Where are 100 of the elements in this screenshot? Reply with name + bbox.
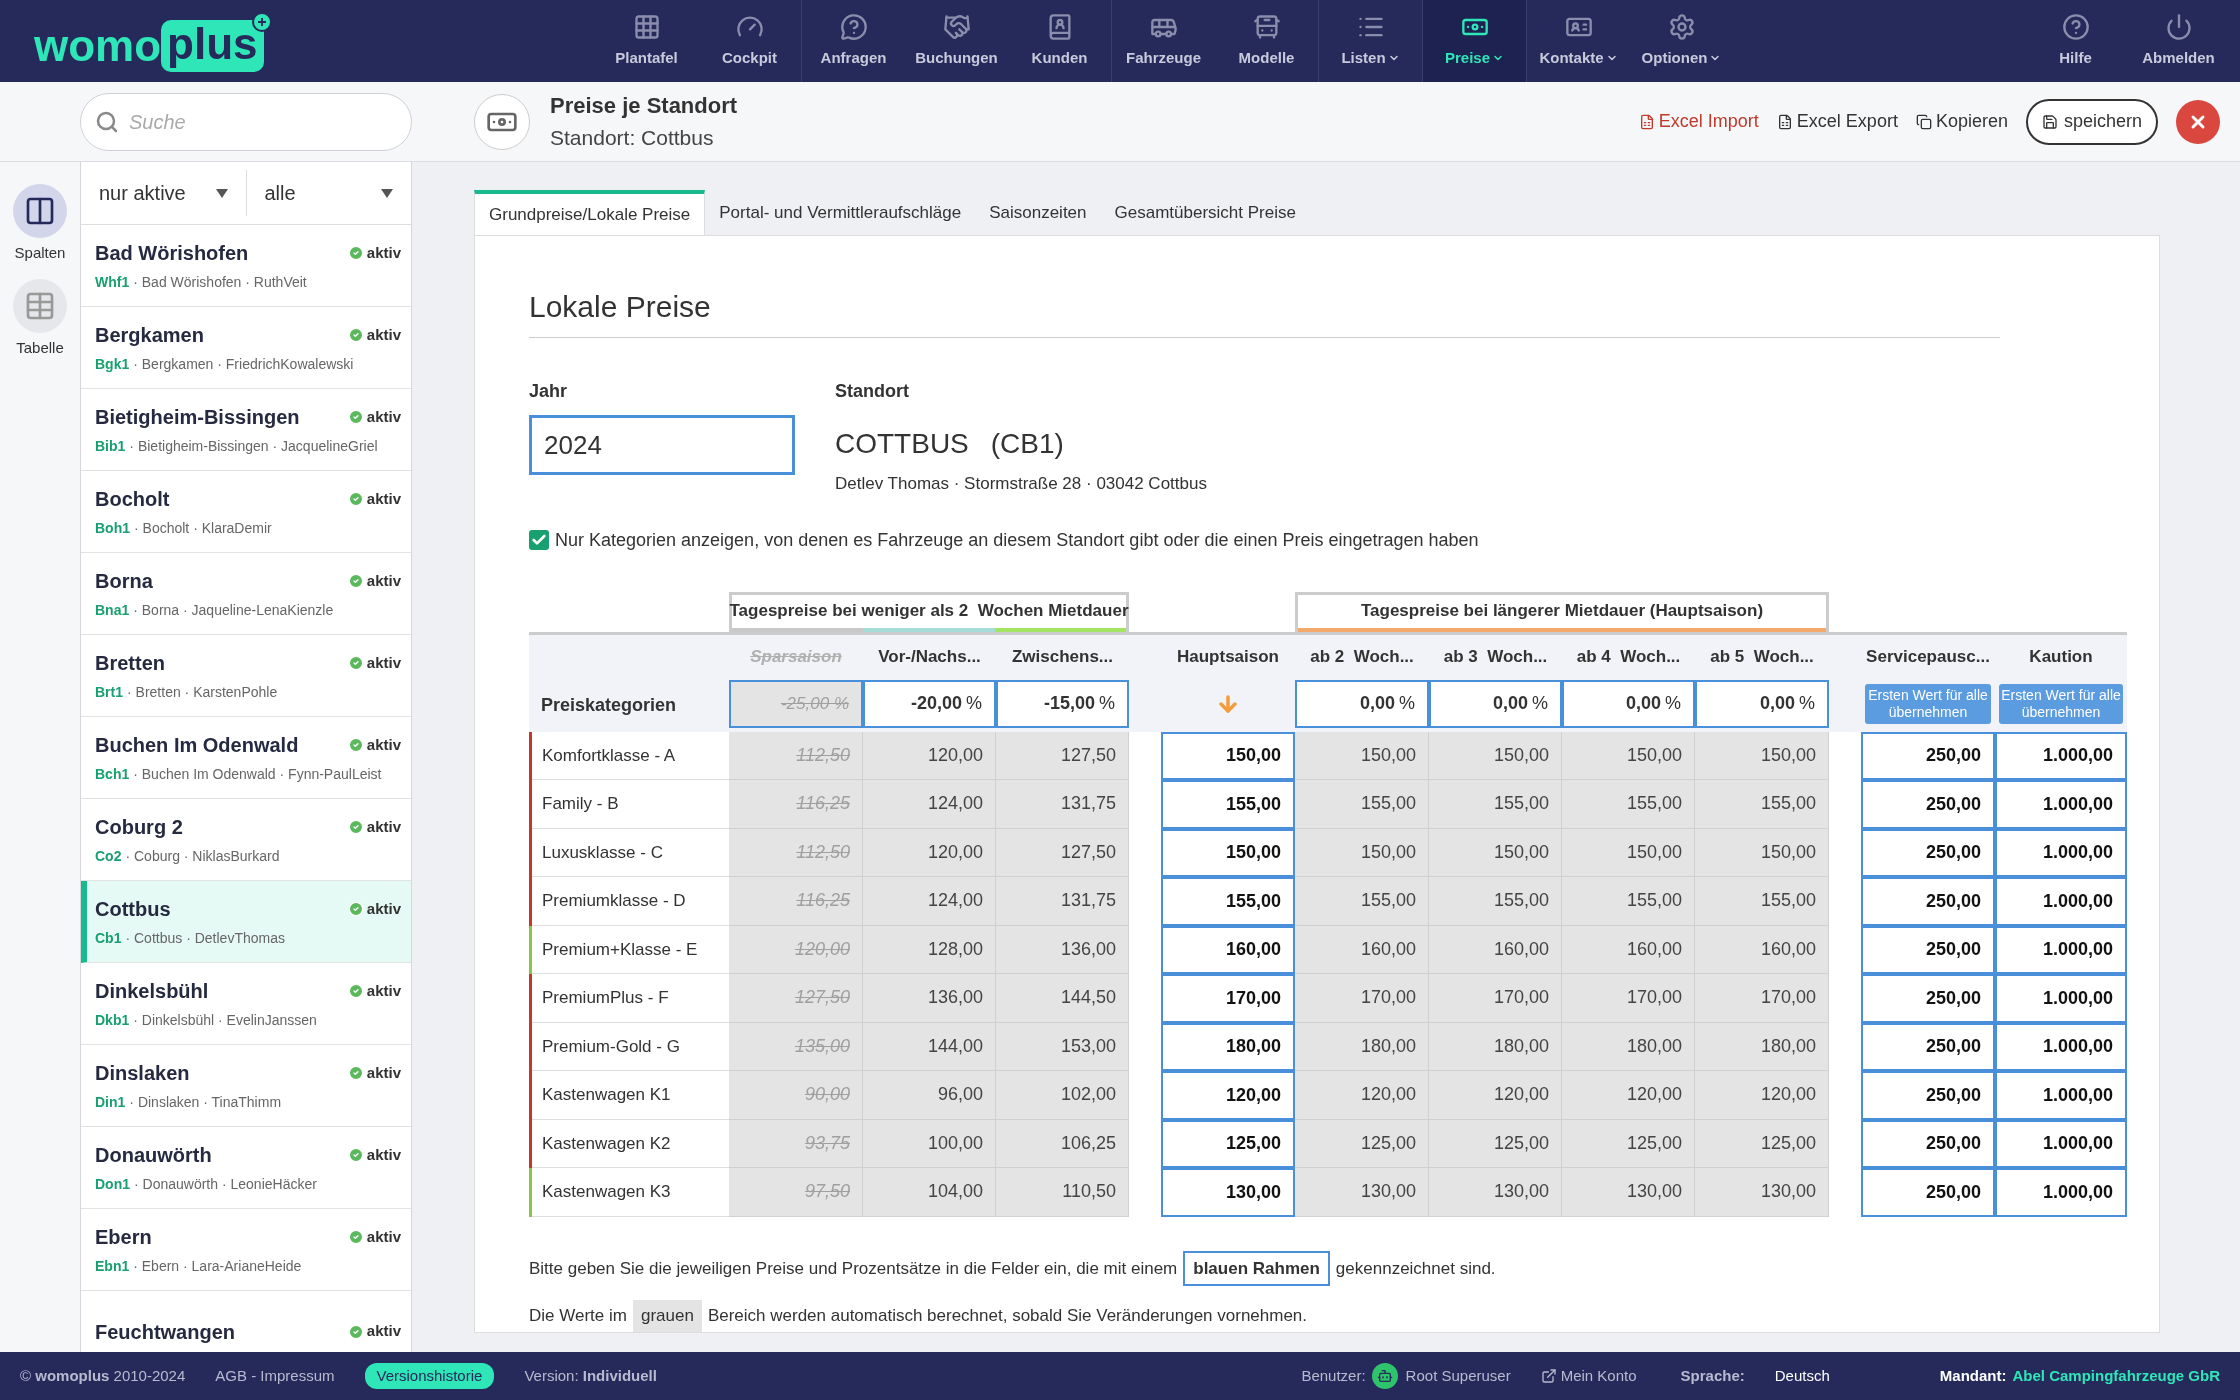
search-field[interactable]: Suche — [129, 106, 397, 137]
price-field[interactable]: 250,00 — [1861, 780, 1995, 829]
price-field[interactable]: 1.000,00 — [1995, 1071, 2127, 1120]
status-badge: aktiv — [347, 733, 401, 757]
price-field[interactable]: 125,00 — [1161, 1119, 1295, 1168]
nav-item[interactable]: Listen — [1319, 0, 1422, 82]
location-list-item[interactable]: Donauwörth aktiv Don1 · Donauwörth · LeonieHäcker — [81, 1127, 411, 1209]
nav-item[interactable]: Modelle — [1215, 0, 1318, 82]
status-badge: aktiv — [347, 405, 401, 429]
price-cell: 112,50 — [729, 731, 863, 780]
toolbar-link[interactable]: Excel Export — [1776, 108, 1898, 135]
price-field[interactable]: 1.000,00 — [1995, 974, 2127, 1023]
price-field[interactable]: 150,00 — [1161, 731, 1295, 780]
location-list-item[interactable]: Bad Wörishofen aktiv Whf1 · Bad Wörishofen · RuthVeit — [81, 225, 411, 307]
percent-field[interactable]: -20,00 % — [863, 679, 996, 728]
price-field[interactable]: 120,00 — [1161, 1071, 1295, 1120]
status-badge: aktiv — [347, 897, 401, 921]
price-cell: 125,00 — [1695, 1119, 1829, 1168]
price-field[interactable]: 250,00 — [1861, 828, 1995, 877]
price-field[interactable]: 160,00 — [1161, 925, 1295, 974]
toolbar-link[interactable]: Excel Import — [1638, 108, 1759, 135]
nav-item[interactable]: Anfragen — [802, 0, 905, 82]
price-field[interactable]: 250,00 — [1861, 731, 1995, 780]
logout-button[interactable]: Abmelden — [2127, 0, 2230, 82]
location-list-item[interactable]: Borna aktiv Bna1 · Borna · Jaqueline-LenaKienzle — [81, 553, 411, 635]
legend-chip: grauen — [632, 1300, 702, 1332]
location-list-item[interactable]: Bocholt aktiv Boh1 · Bocholt · KlaraDemir — [81, 471, 411, 553]
price-field[interactable]: 1.000,00 — [1995, 731, 2127, 780]
location-list-item[interactable]: Dinslaken aktiv Din1 · Dinslaken · TinaThimm — [81, 1045, 411, 1127]
percent-field[interactable]: 0,00 % — [1429, 679, 1562, 728]
client-name: Abel Campingfahrzeuge GbR — [2012, 1365, 2220, 1386]
price-cell: 180,00 — [1429, 1022, 1562, 1071]
nav-item[interactable]: Fahrzeuge — [1112, 0, 1215, 82]
nav-item[interactable]: Preise — [1423, 0, 1526, 82]
version-history-badge[interactable]: Versionshistorie — [364, 1362, 495, 1390]
percent-field[interactable]: 0,00 % — [1295, 679, 1429, 728]
checkbox[interactable] — [529, 530, 549, 550]
account-link[interactable]: Mein Konto — [1540, 1364, 1637, 1388]
tab[interactable]: Grundpreise/Lokale Preise — [474, 190, 706, 235]
nav-item[interactable]: Plantafel — [595, 0, 698, 82]
percent-field[interactable]: -15,00 % — [996, 679, 1129, 728]
nav-item[interactable]: Kontakte — [1527, 0, 1630, 82]
price-field[interactable]: 130,00 — [1161, 1168, 1295, 1217]
tab[interactable]: Saisonzeiten — [975, 190, 1101, 235]
location-list-item[interactable]: Cottbus aktiv Cb1 · Cottbus · DetlevThomas — [81, 881, 411, 963]
location-list-item[interactable]: Dinkelsbühl aktiv Dkb1 · Dinkelsbühl · EvelinJanssen — [81, 963, 411, 1045]
price-field[interactable]: 250,00 — [1861, 925, 1995, 974]
percent-field[interactable]: 0,00 % — [1695, 679, 1829, 728]
price-field[interactable]: 180,00 — [1161, 1022, 1295, 1071]
price-field[interactable]: 250,00 — [1861, 974, 1995, 1023]
price-field[interactable]: 1.000,00 — [1995, 1022, 2127, 1071]
page-title: Preise je Standort — [550, 92, 738, 121]
price-field[interactable]: 155,00 — [1161, 780, 1295, 829]
price-field[interactable]: 155,00 — [1161, 877, 1295, 926]
location-list-item[interactable]: Bietigheim-Bissingen aktiv Bib1 · Bietigheim-Bissingen · JacquelineGriel — [81, 389, 411, 471]
price-field[interactable]: 1.000,00 — [1995, 1168, 2127, 1217]
version-text: Version: Individuell — [524, 1365, 657, 1386]
price-cell: 120,00 — [863, 828, 996, 877]
nav-item[interactable]: Buchungen — [905, 0, 1008, 82]
spreadsheet-icon — [1638, 113, 1655, 130]
price-field[interactable]: 1.000,00 — [1995, 925, 2127, 974]
nav-item[interactable]: Optionen — [1630, 0, 1733, 82]
price-field[interactable]: 250,00 — [1861, 1022, 1995, 1071]
price-field[interactable]: 250,00 — [1861, 1071, 1995, 1120]
year-field[interactable]: 2024 — [529, 415, 795, 475]
location-detail: · Coburg · NiklasBurkard — [125, 847, 280, 866]
filter-dropdown[interactable]: nur aktive — [81, 170, 247, 216]
price-field[interactable]: 250,00 — [1861, 1119, 1995, 1168]
close-button[interactable] — [2176, 99, 2220, 144]
price-cell: 170,00 — [1695, 974, 1829, 1023]
toolbar-link[interactable]: Kopieren — [1915, 108, 2008, 135]
price-field[interactable]: 170,00 — [1161, 974, 1295, 1023]
legal-link[interactable]: AGB - Impressum — [215, 1364, 335, 1388]
search-bar[interactable]: Suche — [80, 92, 412, 151]
price-field[interactable]: 1.000,00 — [1995, 828, 2127, 877]
tab[interactable]: Portal- und Vermittleraufschläge — [705, 190, 976, 235]
logo[interactable]: womo plus — [34, 8, 276, 74]
price-field[interactable]: 150,00 — [1161, 828, 1295, 877]
price-field[interactable]: 250,00 — [1861, 1168, 1995, 1217]
location-list-item[interactable]: Bergkamen aktiv Bgk1 · Bergkamen · FriedrichKowalewski — [81, 307, 411, 389]
status-badge: aktiv — [347, 1143, 401, 1167]
nav-item[interactable]: Kunden — [1008, 0, 1111, 82]
location-list-item[interactable]: Buchen Im Odenwald aktiv Bch1 · Buchen Im Odenwald · Fynn-PaulLeist — [81, 717, 411, 799]
filter-dropdown[interactable]: alle — [246, 170, 411, 216]
location-list-item[interactable]: Ebern aktiv Ebn1 · Ebern · Lara-ArianeHeide — [81, 1209, 411, 1291]
price-cell: 155,00 — [1295, 780, 1429, 829]
price-field[interactable]: 1.000,00 — [1995, 1119, 2127, 1168]
status-badge: aktiv — [347, 487, 401, 511]
save-button[interactable]: speichern — [2025, 98, 2158, 145]
percent-field[interactable]: 0,00 % — [1562, 679, 1695, 728]
location-list-item[interactable]: Bretten aktiv Brt1 · Bretten · KarstenPohle — [81, 635, 411, 717]
nav-item[interactable]: Cockpit — [698, 0, 801, 82]
price-field[interactable]: 250,00 — [1861, 877, 1995, 926]
column-header: Vor-/Nachs... — [877, 646, 982, 669]
tab[interactable]: Gesamtübersicht Preise — [1100, 190, 1310, 235]
location-code: Cb1 — [95, 929, 122, 948]
price-field[interactable]: 1.000,00 — [1995, 780, 2127, 829]
help-button[interactable]: Hilfe — [2024, 0, 2127, 82]
price-cell: 104,00 — [863, 1168, 996, 1217]
price-field[interactable]: 1.000,00 — [1995, 877, 2127, 926]
